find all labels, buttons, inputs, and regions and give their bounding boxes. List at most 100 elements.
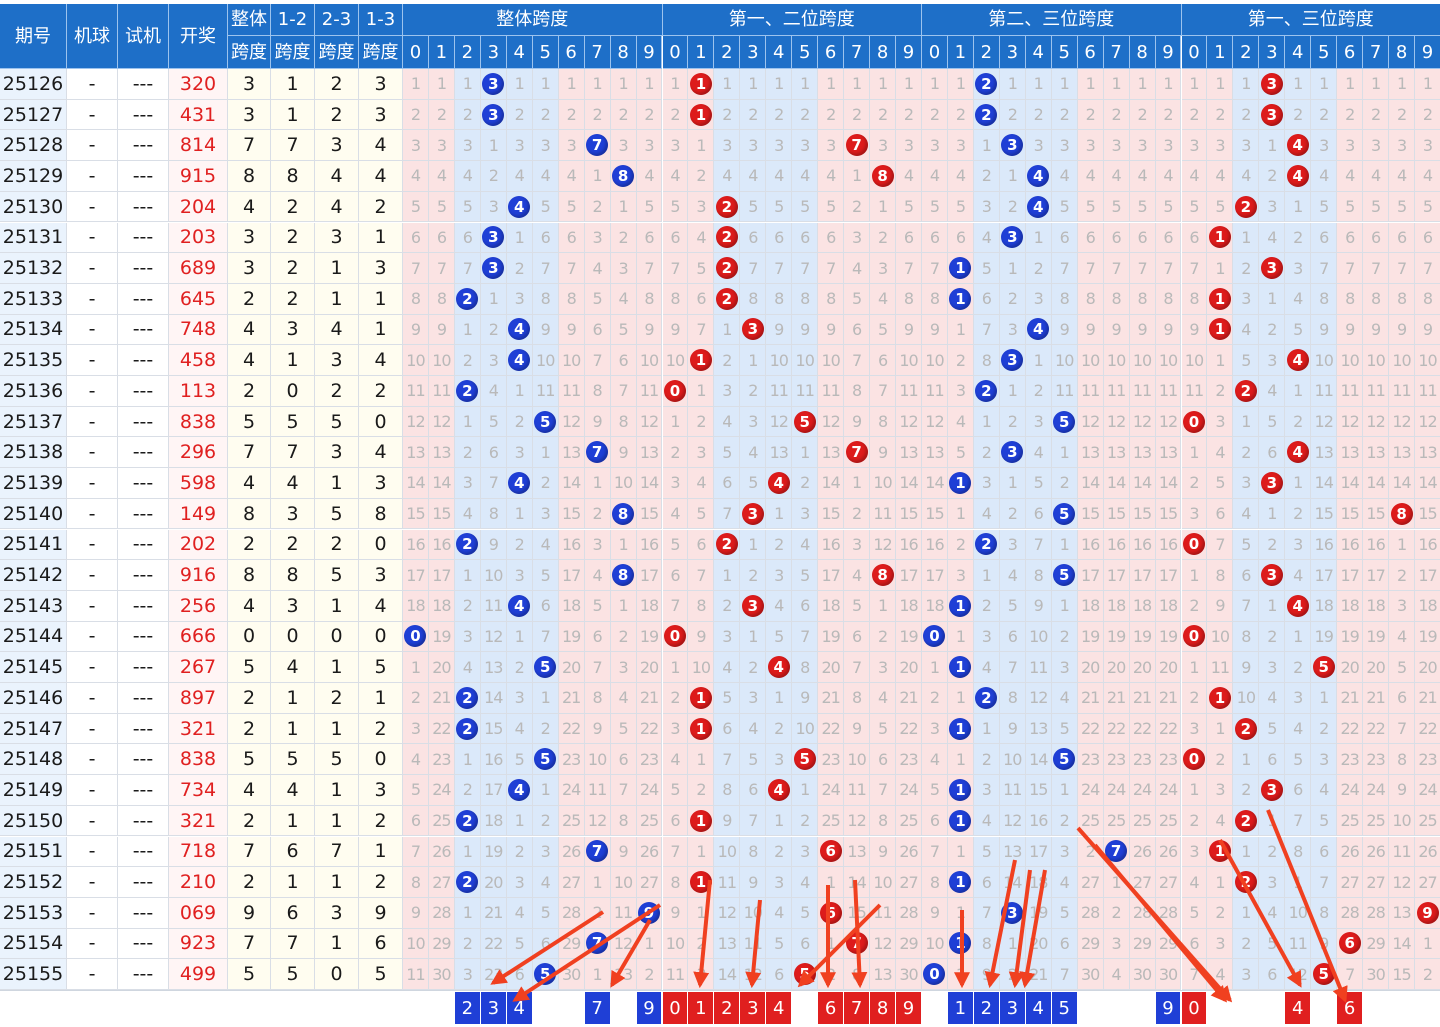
miss-count: 2 — [826, 965, 835, 984]
miss-cell: 24 — [1156, 775, 1182, 806]
miss-count: 6 — [541, 596, 550, 615]
miss-count: 11 — [925, 381, 943, 400]
miss-count: 7 — [1293, 811, 1302, 830]
miss-cell: 10 — [688, 652, 714, 683]
miss-count: 2 — [982, 166, 991, 185]
miss-count: 1 — [1215, 259, 1224, 278]
prediction-cell: 9 — [896, 992, 922, 1024]
miss-count: 7 — [1215, 535, 1224, 554]
miss-cell: 2 — [1026, 253, 1052, 284]
miss-cell: 1 — [1337, 69, 1363, 100]
miss-cell: 8 — [1078, 284, 1104, 315]
miss-count: 4 — [748, 719, 757, 738]
miss-cell: 1 — [688, 100, 714, 131]
miss-cell: 7 — [766, 253, 792, 284]
miss-cell: 5 — [1052, 499, 1078, 530]
miss-cell: 1 — [1285, 468, 1311, 499]
hit-ball: 1 — [1209, 288, 1231, 310]
miss-cell: 3 — [1000, 437, 1026, 468]
miss-cell: 10 — [1389, 345, 1415, 376]
miss-count: 4 — [1060, 688, 1069, 707]
miss-cell: 12 — [870, 929, 896, 960]
miss-cell: 3 — [1259, 253, 1285, 284]
miss-count: 5 — [515, 934, 524, 953]
test-cell: --- — [118, 959, 169, 990]
miss-cell: 5 — [1078, 192, 1104, 223]
miss-cell: 14 — [1026, 744, 1052, 775]
miss-cell: 13 — [844, 837, 870, 868]
hit-ball: 4 — [508, 318, 530, 340]
miss-cell: 1 — [948, 806, 974, 837]
machine-header: 机球 — [67, 4, 118, 69]
miss-cell: 27 — [1130, 867, 1156, 898]
miss-cell: 25 — [637, 806, 663, 837]
machine-cell: - — [67, 837, 118, 868]
s13-cell: 3 — [359, 100, 403, 131]
miss-cell: 2 — [766, 530, 792, 561]
miss-count: 1 — [1423, 934, 1432, 953]
miss-count: 8 — [852, 688, 861, 707]
miss-cell: 4 — [740, 714, 766, 745]
miss-count: 5 — [696, 504, 705, 523]
miss-cell: 7 — [585, 929, 611, 960]
miss-count: 21 — [562, 688, 580, 707]
s12-cell: 2 — [271, 284, 315, 315]
miss-cell: 10 — [1182, 345, 1208, 376]
hit-ball: 7 — [586, 134, 608, 156]
miss-cell: 24 — [1415, 775, 1440, 806]
miss-cell: 8 — [1389, 284, 1415, 315]
miss-cell: 2 — [714, 530, 740, 561]
miss-count: 6 — [696, 535, 705, 554]
digit-header: 3 — [481, 36, 507, 69]
miss-cell: 1 — [507, 806, 533, 837]
miss-cell: 1 — [688, 714, 714, 745]
miss-cell: 1 — [1000, 253, 1026, 284]
miss-count: 6 — [774, 228, 783, 247]
miss-cell: 6 — [533, 223, 559, 254]
miss-count: 8 — [748, 289, 757, 308]
miss-count: 1 — [1034, 351, 1043, 370]
draw-cell: 113 — [169, 376, 228, 407]
miss-count: 2 — [1008, 105, 1017, 124]
miss-count: 5 — [878, 320, 887, 339]
miss-cell: 2 — [714, 192, 740, 223]
test-header: 试机 — [118, 4, 169, 69]
miss-cell: 8 — [611, 161, 637, 192]
miss-cell: 1 — [766, 806, 792, 837]
miss-cell: 18 — [403, 591, 429, 622]
miss-count: 25 — [432, 811, 450, 830]
hit-ball: 2 — [716, 226, 738, 248]
span13-header-top: 1-3 — [359, 4, 403, 36]
s13-cell: 4 — [359, 130, 403, 161]
miss-count: 4 — [982, 658, 991, 677]
miss-cell: 2 — [455, 530, 481, 561]
miss-cell: 8 — [637, 284, 663, 315]
miss-count: 3 — [1189, 719, 1198, 738]
miss-cell: 1 — [1182, 437, 1208, 468]
miss-count: 2 — [1112, 105, 1121, 124]
miss-cell: 3 — [1259, 867, 1285, 898]
hit-ball: 6 — [820, 840, 842, 862]
miss-count: 16 — [640, 535, 658, 554]
digit-header: 7 — [1104, 36, 1130, 69]
miss-cell: 13 — [1389, 898, 1415, 929]
miss-cell: 5 — [714, 683, 740, 714]
miss-cell: 2 — [455, 867, 481, 898]
draw-cell: 916 — [169, 560, 228, 591]
miss-count: 2 — [826, 105, 835, 124]
miss-count: 2 — [1034, 105, 1043, 124]
miss-count: 2 — [696, 934, 705, 953]
miss-count: 5 — [515, 750, 524, 769]
miss-cell: 30 — [559, 959, 585, 990]
miss-cell: 25 — [1415, 806, 1440, 837]
miss-count: 1 — [1060, 74, 1069, 93]
miss-count: 2 — [1267, 535, 1276, 554]
miss-cell: 11 — [818, 376, 844, 407]
miss-count: 3 — [800, 136, 809, 155]
miss-cell: 20 — [1337, 652, 1363, 683]
miss-count: 10 — [1055, 351, 1073, 370]
miss-count: 3 — [541, 504, 550, 523]
miss-cell: 1 — [818, 867, 844, 898]
miss-count: 7 — [567, 259, 576, 278]
miss-count: 14 — [821, 473, 839, 492]
